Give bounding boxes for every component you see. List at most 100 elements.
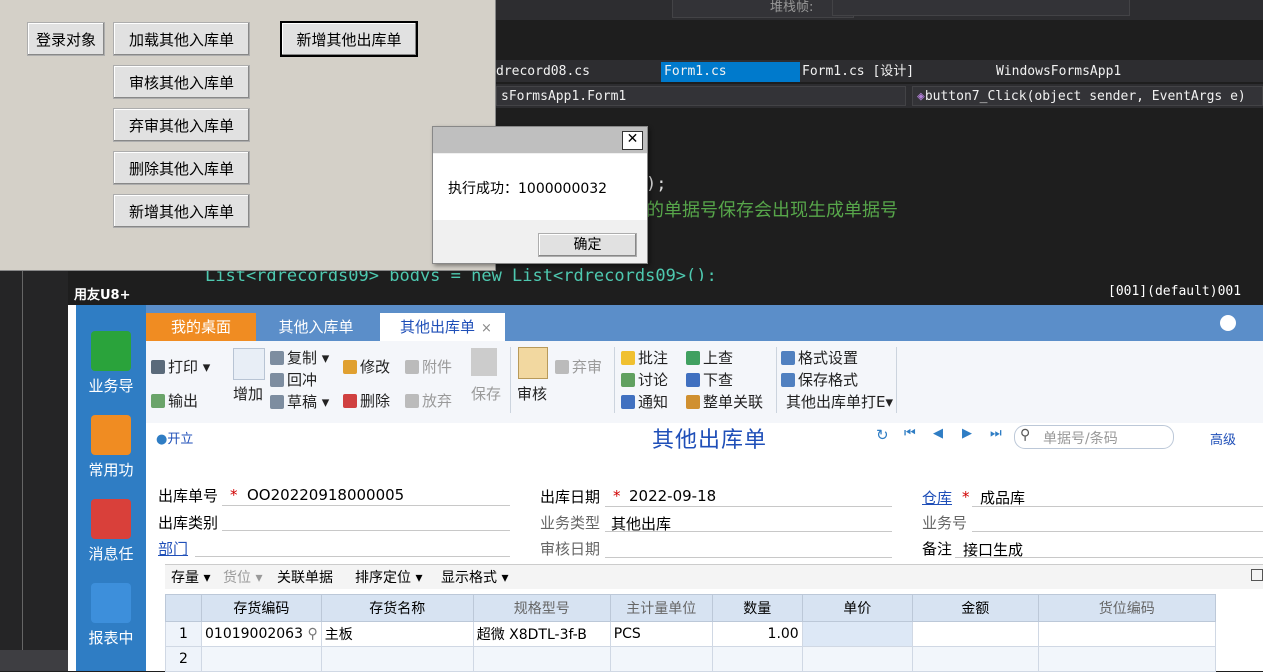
grid-cell[interactable] (201, 646, 322, 672)
out-no-field[interactable]: OO20220918000005 (247, 486, 404, 504)
grid-cell[interactable] (911, 621, 1039, 647)
grid-header[interactable]: 存货名称 (320, 594, 474, 622)
nav-business-guide[interactable]: 业务导 (76, 331, 146, 396)
grid-cell[interactable] (1037, 621, 1216, 647)
unaudit-button[interactable]: 弃审 (555, 356, 602, 377)
grid-cell[interactable] (911, 646, 1039, 672)
delete-label: 删除 (360, 392, 391, 410)
nav-reports[interactable]: 报表中 (76, 583, 146, 648)
tab-drecord08[interactable]: drecord08.cs (496, 62, 646, 82)
first-record-icon[interactable]: ⏮ (904, 426, 916, 441)
prev-record-icon[interactable]: ◀ (933, 426, 943, 441)
delete-button[interactable]: 删除 (343, 390, 390, 411)
dept-label[interactable]: 部门 (158, 538, 188, 559)
out-date-field[interactable]: 2022-09-18 (629, 487, 716, 505)
save-format-button[interactable]: 保存格式 (781, 369, 858, 390)
stack-frame-combo[interactable] (832, 0, 1130, 16)
grid-cell[interactable] (609, 646, 713, 672)
tab-winformsapp1[interactable]: WindowsFormsApp1 (996, 62, 1156, 82)
grid-cell[interactable]: 1.00 (711, 621, 803, 647)
login-object-button[interactable]: 登录对象 (27, 22, 105, 56)
member-navigator[interactable]: ◈button7_Click(object sender, EventArgs … (912, 86, 1263, 106)
tab-form1-design[interactable]: Form1.cs [设计] (802, 62, 942, 82)
next-query-button[interactable]: 下查 (686, 369, 733, 390)
grid-cell[interactable]: PCS (609, 621, 713, 647)
grid-cell[interactable]: 01019002063 ⚲ (201, 621, 322, 647)
new-out-stock-button[interactable]: 新增其他出库单 (280, 21, 418, 57)
grid-cell[interactable]: 超微 X8DTL-3f-B (472, 621, 611, 647)
grid-header[interactable]: 货位编码 (1037, 594, 1216, 622)
warehouse-field[interactable]: 成品库 (980, 487, 1025, 508)
annotate-button[interactable]: 批注 (621, 347, 668, 368)
nav-common-functions[interactable]: 常用功 (76, 415, 146, 480)
discuss-button[interactable]: 讨论 (621, 369, 668, 390)
grid-cell[interactable] (320, 646, 474, 672)
copy-button[interactable]: 复制 ▾ (270, 347, 329, 368)
paperclip-icon (405, 360, 419, 374)
close-icon[interactable]: × (481, 321, 492, 336)
tab-my-desktop[interactable]: 我的桌面 (146, 313, 256, 341)
grid-header[interactable]: 存货编码 (201, 594, 322, 622)
format-setting-button[interactable]: 格式设置 (781, 347, 858, 368)
next-record-icon[interactable]: ▶ (962, 426, 972, 441)
vs-combo[interactable] (672, 0, 854, 18)
stock-qty-button[interactable]: 存量 ▾ (171, 567, 210, 587)
class-navigator[interactable]: sFormsApp1.Form1 (496, 86, 906, 106)
attach-button[interactable]: 附件 (405, 356, 452, 377)
grid-header[interactable]: 主计量单位 (609, 594, 713, 622)
table-row[interactable]: 1 01019002063 ⚲ 主板 超微 X8DTL-3f-B PCS 1.0… (165, 621, 1216, 647)
search-input[interactable]: ⚲ 单据号/条码 (1014, 425, 1174, 449)
export-button[interactable]: 输出 (151, 390, 198, 411)
grid-cell[interactable]: 主板 (320, 621, 474, 647)
save-button[interactable]: 保存 (471, 383, 501, 404)
add-button[interactable]: 增加 (233, 383, 263, 404)
nav-messages[interactable]: 消息任 (76, 499, 146, 564)
grid-cell-selected[interactable] (801, 621, 913, 647)
whole-link-button[interactable]: 整单关联 (686, 391, 763, 412)
related-docs-button[interactable]: 关联单据 (277, 567, 333, 587)
tab-form1-cs[interactable]: Form1.cs (661, 62, 800, 82)
ok-button[interactable]: 确定 (538, 233, 637, 257)
print-button[interactable]: 打印 ▾ (151, 356, 210, 377)
prev-query-button[interactable]: 上查 (686, 347, 733, 368)
notify-button[interactable]: 通知 (621, 391, 668, 412)
display-format-button[interactable]: 显示格式 ▾ (441, 567, 508, 587)
vs-scrollbar[interactable] (0, 650, 68, 671)
grid-cell[interactable] (1037, 646, 1216, 672)
print-label: 打印 (168, 358, 199, 376)
grid-cell[interactable] (472, 646, 611, 672)
modify-button[interactable]: 修改 (343, 356, 390, 377)
close-icon[interactable]: ✕ (622, 131, 643, 150)
grid-cell[interactable] (711, 646, 803, 672)
redflush-label: 回冲 (287, 371, 318, 389)
grid-header[interactable]: 金额 (911, 594, 1039, 622)
grid-header[interactable]: 规格型号 (472, 594, 611, 622)
refresh-icon[interactable]: ↻ (876, 426, 889, 444)
location-button[interactable]: 货位 ▾ (223, 567, 262, 587)
status-text: 开立 (167, 432, 194, 447)
expand-icon[interactable] (1251, 569, 1263, 581)
unaudit-in-stock-button[interactable]: 弃审其他入库单 (113, 108, 250, 142)
warehouse-label[interactable]: 仓库 (922, 487, 952, 508)
advanced-link[interactable]: 高级 (1210, 429, 1236, 448)
table-row[interactable]: 2 (165, 646, 1216, 672)
tab-other-in-stock[interactable]: 其他入库单 (258, 313, 374, 341)
user-icon[interactable] (1220, 315, 1236, 331)
red-flush-button[interactable]: 回冲 (270, 369, 317, 390)
audit-in-stock-button[interactable]: 审核其他入库单 (113, 65, 250, 99)
delete-in-stock-button[interactable]: 删除其他入库单 (113, 151, 250, 185)
grid-header[interactable]: 数量 (711, 594, 803, 622)
draft-button[interactable]: 草稿 ▾ (270, 391, 329, 412)
last-record-icon[interactable]: ⏭ (990, 426, 1002, 441)
down-arrow-icon (686, 373, 700, 387)
grid-header[interactable]: 单价 (801, 594, 913, 622)
required-mark: * (962, 488, 970, 506)
grid-cell[interactable] (801, 646, 913, 672)
tab-other-out-stock[interactable]: 其他出库单 × (380, 313, 505, 341)
discard-button[interactable]: 放弃 (405, 390, 452, 411)
sort-locate-button[interactable]: 排序定位 ▾ (355, 567, 422, 587)
new-in-stock-button[interactable]: 新增其他入库单 (113, 194, 250, 228)
load-in-stock-button[interactable]: 加载其他入库单 (113, 22, 250, 56)
audit-button[interactable]: 审核 (517, 383, 547, 404)
print-template-select[interactable]: 其他出库单打E▾ (786, 391, 893, 412)
